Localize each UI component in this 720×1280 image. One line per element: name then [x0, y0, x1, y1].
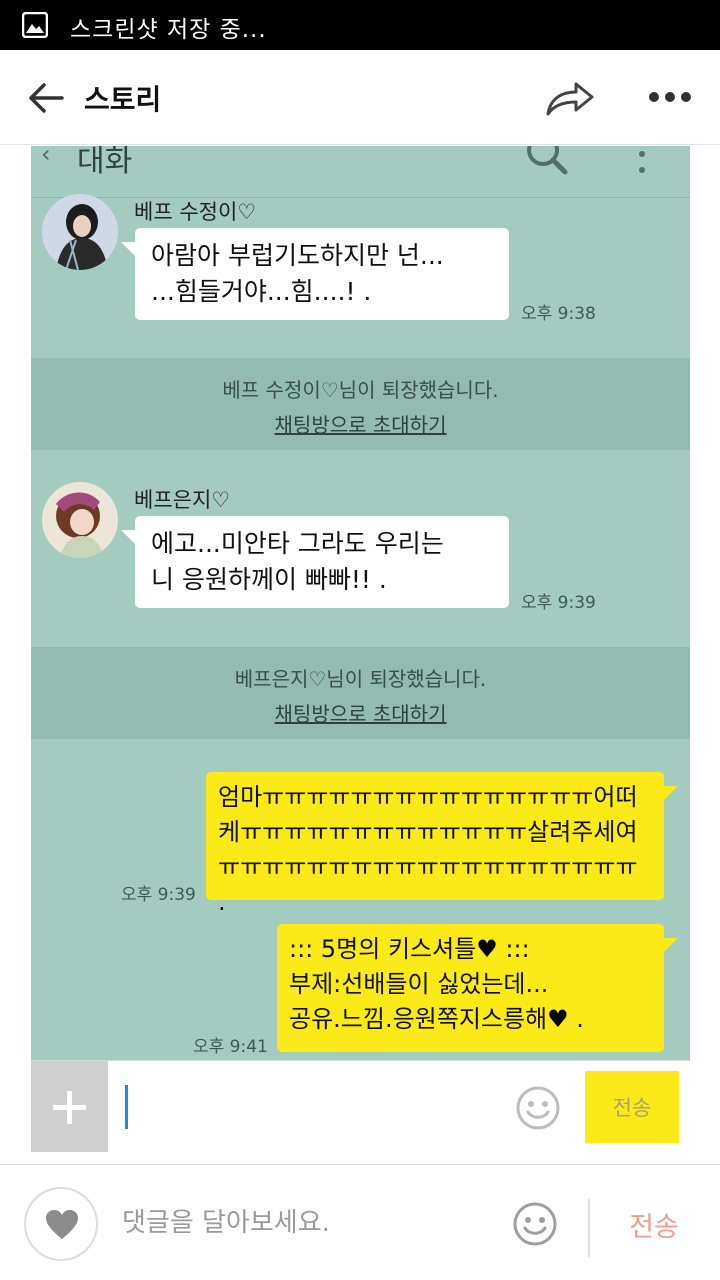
divider [588, 1199, 590, 1257]
message-time: 오후 9:38 [521, 304, 596, 324]
chat-bubble: 에고...미안타 그라도 우리는 니 응원하께이 빠빠!! . [135, 516, 509, 608]
bubble-line: 부제:선배들이 싫었는데... [289, 970, 549, 998]
page-title: 스토리 [84, 83, 162, 116]
notice-text: 베프은지♡님이 퇴장했습니다. [234, 667, 487, 691]
sender-name: 베프은지♡ [134, 488, 231, 512]
send-button[interactable]: 전송 [614, 1199, 694, 1249]
search-icon [527, 146, 568, 175]
sender-name: 베프 수정이♡ [134, 200, 257, 224]
app-header: 스토리 [0, 50, 720, 145]
story-image: ‹ 대화 베프 수정이♡ 아람아 부럽기도하지만 넌... ...힘들거야...… [31, 146, 690, 1152]
inner-chat-title: 대화 [77, 146, 133, 179]
message-time: 오후 9:39 [521, 593, 596, 613]
smiley-icon[interactable] [512, 1201, 558, 1247]
avatar [42, 482, 118, 558]
exit-notice: 베프은지♡님이 퇴장했습니다. 채팅방으로 초대하기 [31, 647, 690, 739]
bubble-tail [664, 938, 678, 952]
status-bar: 스크린샷 저장 중... [0, 0, 720, 50]
notice-text: 베프 수정이♡님이 퇴장했습니다. [222, 378, 499, 402]
bubble-line: 공유.느낌.응원쪽지스릉해♥ . [289, 1005, 584, 1033]
invite-link: 채팅방으로 초대하기 [274, 702, 447, 726]
inner-more-icon [639, 151, 645, 173]
my-chat-bubble: ::: 5명의 키스셔틀♥ ::: 부제:선배들이 싫었는데... 공유.느낌.… [277, 924, 664, 1052]
plus-button [31, 1061, 108, 1152]
share-icon[interactable] [544, 76, 596, 120]
inner-input-bar: 전송 [31, 1060, 690, 1152]
screenshot-icon [22, 12, 48, 38]
like-button[interactable] [24, 1187, 98, 1261]
back-arrow-icon[interactable] [26, 78, 66, 118]
comment-bar: 전송 [0, 1164, 720, 1280]
more-icon[interactable] [648, 88, 692, 106]
bubble-tail [664, 786, 678, 800]
message-time: 오후 9:41 [193, 1037, 268, 1057]
inner-back-icon: ‹ [41, 146, 51, 168]
comment-input[interactable] [122, 1195, 482, 1251]
exit-notice: 베프 수정이♡님이 퇴장했습니다. 채팅방으로 초대하기 [31, 358, 690, 450]
status-text: 스크린샷 저장 중... [70, 17, 267, 43]
bubble-line: ::: 5명의 키스셔틀♥ ::: [289, 935, 530, 963]
smiley-icon [516, 1086, 560, 1130]
my-chat-bubble: 엄마ㅠㅠㅠㅠㅠㅠㅠㅠㅠㅠㅠㅠㅠㅠㅠ어떠 케ㅠㅠㅠㅠㅠㅠㅠㅠㅠㅠㅠㅠㅠ살려주세여 … [206, 772, 664, 916]
invite-link: 채팅방으로 초대하기 [274, 413, 447, 437]
bubble-tail [121, 242, 135, 256]
heart-glyph: ♥ [547, 1005, 569, 1033]
bubble-tail [121, 530, 135, 544]
inner-chat-header: ‹ 대화 [31, 146, 690, 198]
text-caret [125, 1085, 128, 1129]
inner-send-button: 전송 [585, 1071, 679, 1143]
avatar [42, 194, 118, 270]
heart-glyph: ♥ [476, 935, 498, 963]
message-time: 오후 9:39 [121, 885, 196, 905]
heart-icon [46, 1210, 78, 1239]
chat-bubble: 아람아 부럽기도하지만 넌... ...힘들거야...힘....! . [135, 228, 509, 320]
